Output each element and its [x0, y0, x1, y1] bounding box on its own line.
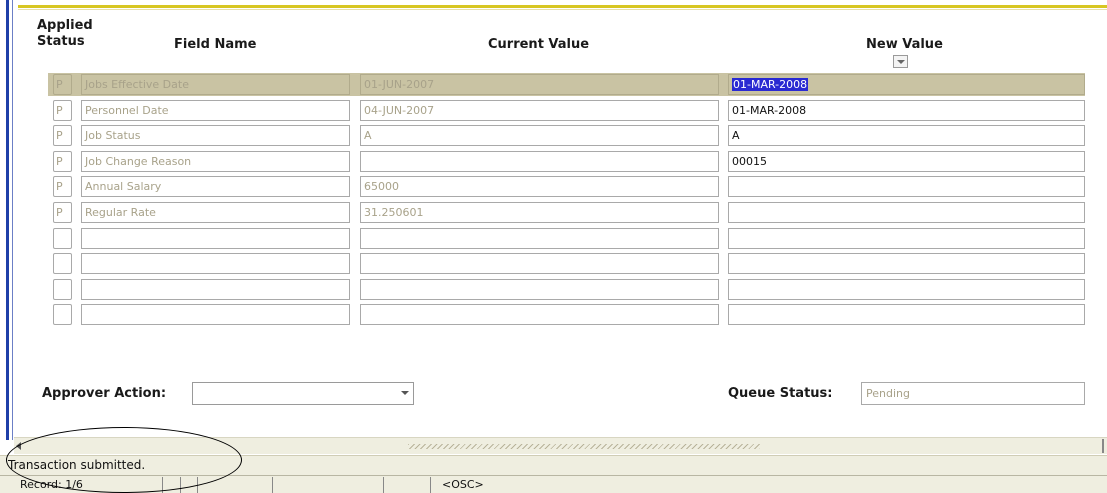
row-applied-status: P [53, 125, 72, 146]
row-new-value-input[interactable] [728, 228, 1085, 249]
queue-status-field: Pending [861, 382, 1085, 405]
row-field-name: Annual Salary [81, 176, 350, 197]
row-current-value [360, 151, 719, 172]
new-value-dropdown-button[interactable] [893, 55, 908, 68]
frame-border-top [18, 5, 1107, 8]
horizontal-scrollbar[interactable] [14, 437, 1107, 454]
row-current-value: 65000 [360, 176, 719, 197]
header-applied-line2: Status [37, 34, 85, 49]
row-new-value-input[interactable]: A [728, 125, 1085, 146]
row-applied-status: P [53, 202, 72, 223]
row-new-value-input[interactable]: 01-MAR-2008 [728, 100, 1085, 121]
row-new-value-input[interactable] [728, 202, 1085, 223]
header-applied-line1: Applied [37, 18, 93, 33]
row-field-name [81, 304, 350, 325]
scroll-right-edge [1102, 439, 1104, 453]
row-applied-status [53, 279, 72, 300]
row-new-value-input[interactable]: 00015 [728, 151, 1085, 172]
row-field-name: Job Status [81, 125, 350, 146]
row-field-name: Regular Rate [81, 202, 350, 223]
row-field-name [81, 228, 350, 249]
row-new-value-input[interactable] [728, 176, 1085, 197]
row-field-name: Personnel Date [81, 100, 350, 121]
status-bar: Record: 1/6 <OSC> [0, 475, 1107, 493]
queue-status-label: Queue Status: [728, 386, 833, 401]
frame-border-left [6, 0, 9, 440]
row-applied-status: P [53, 176, 72, 197]
selected-text: 01-MAR-2008 [732, 78, 809, 91]
header-current-value: Current Value [488, 37, 590, 52]
scroll-left-icon[interactable] [16, 442, 21, 450]
row-field-name [81, 279, 350, 300]
row-current-value: 31.250601 [360, 202, 719, 223]
row-current-value [360, 253, 719, 274]
status-divider [197, 477, 198, 493]
frame-border-left-inner [12, 0, 13, 440]
row-applied-status [53, 253, 72, 274]
row-current-value: 04-JUN-2007 [360, 100, 719, 121]
row-applied-status [53, 304, 72, 325]
row-new-value-input[interactable] [728, 279, 1085, 300]
status-message: Transaction submitted. [0, 455, 1107, 475]
frame-border-top-line [18, 9, 1107, 10]
row-field-name: Jobs Effective Date [81, 74, 350, 95]
status-divider [180, 477, 181, 493]
row-applied-status: P [53, 100, 72, 121]
header-field-name: Field Name [174, 37, 257, 52]
row-current-value: A [360, 125, 719, 146]
header-new-value: New Value [866, 37, 943, 52]
status-divider [383, 477, 384, 493]
chevron-down-icon[interactable] [401, 391, 409, 395]
record-indicator: Record: 1/6 [20, 478, 83, 491]
row-field-name [81, 253, 350, 274]
status-divider [272, 477, 273, 493]
row-applied-status: P [53, 74, 72, 95]
approver-action-select[interactable] [192, 382, 414, 405]
row-applied-status [53, 228, 72, 249]
row-current-value: 01-JUN-2007 [360, 74, 719, 95]
status-divider [430, 477, 431, 493]
approver-action-label: Approver Action: [42, 386, 167, 401]
row-new-value-input[interactable] [728, 304, 1085, 325]
row-current-value [360, 304, 719, 325]
row-current-value [360, 228, 719, 249]
row-new-value-input[interactable]: 01-MAR-2008 [728, 74, 1085, 95]
row-current-value [360, 279, 719, 300]
row-applied-status: P [53, 151, 72, 172]
scroll-thumb-grip[interactable] [408, 444, 760, 449]
osc-indicator: <OSC> [442, 478, 484, 491]
header-applied-status: Applied Status [37, 18, 93, 50]
row-new-value-input[interactable] [728, 253, 1085, 274]
status-divider [162, 477, 163, 493]
row-field-name: Job Change Reason [81, 151, 350, 172]
